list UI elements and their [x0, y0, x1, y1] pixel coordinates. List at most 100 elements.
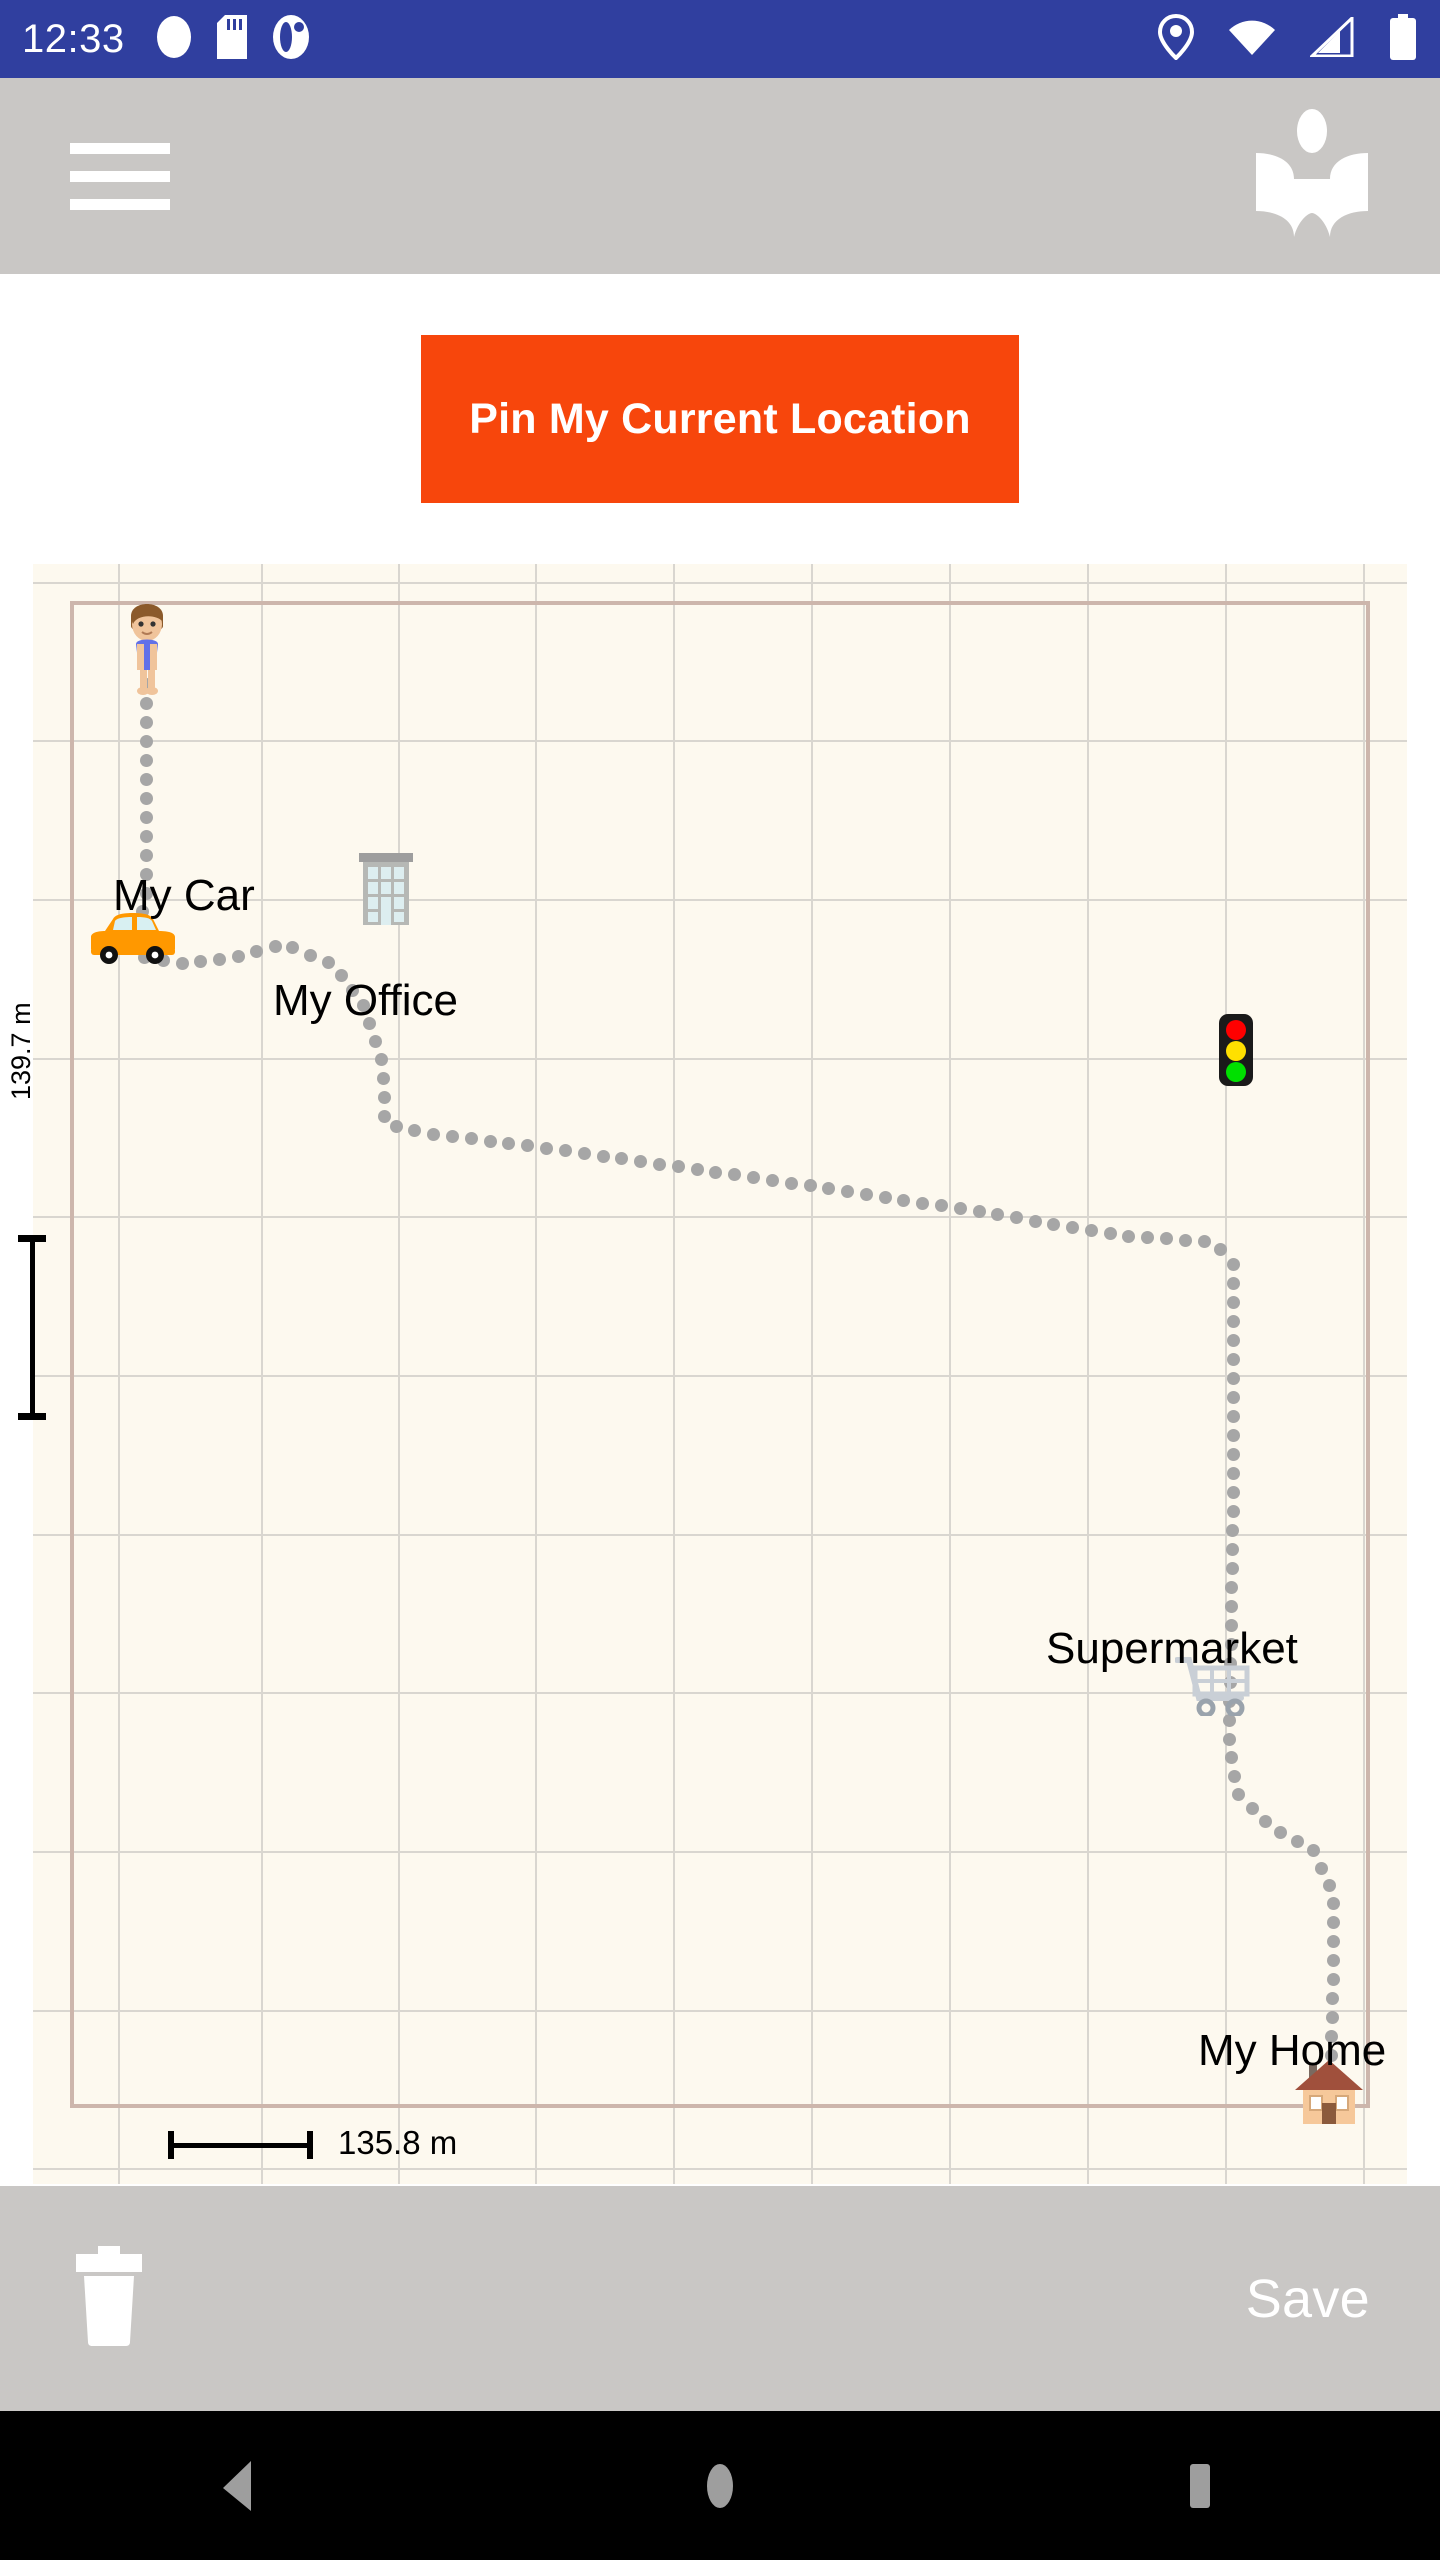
route-dot [1226, 1371, 1240, 1385]
route-dot [1225, 1599, 1239, 1613]
route-dot [1226, 1295, 1240, 1309]
scale-cap [18, 1413, 46, 1420]
status-right-icons [1157, 13, 1418, 65]
route-dot [139, 810, 153, 824]
route-dot [1226, 1466, 1240, 1480]
location-pin-icon [1157, 13, 1195, 65]
home-icon[interactable] [620, 2411, 820, 2560]
cell-signal-icon [1308, 14, 1354, 62]
route-dot [803, 1179, 817, 1193]
scale-vertical-bar [18, 1235, 46, 1420]
route-dot [304, 948, 318, 962]
poi-label-my-office: My Office [273, 976, 459, 1025]
hamburger-menu-icon[interactable] [70, 142, 170, 210]
route-dot [1225, 1561, 1239, 1575]
route-dot [139, 848, 153, 862]
route-dot [1326, 1916, 1340, 1930]
route-dot [596, 1149, 610, 1163]
person-start-icon[interactable] [117, 592, 177, 701]
route-dot [577, 1146, 591, 1160]
android-navigation-bar [0, 2411, 1440, 2560]
bottom-action-bar: Save [0, 2186, 1440, 2411]
route-dot [1326, 1935, 1340, 1949]
back-icon[interactable] [140, 2411, 340, 2560]
route-dot [1226, 1447, 1240, 1461]
route-dot [784, 1176, 798, 1190]
recents-icon[interactable] [1100, 2411, 1300, 2560]
map-boundary-rect [70, 601, 1370, 2108]
route-dot [139, 753, 153, 767]
route-dot [139, 734, 153, 748]
route-dot [897, 1193, 911, 1207]
save-button[interactable]: Save [1246, 2268, 1370, 2330]
hamburger-bar [70, 142, 170, 154]
map-canvas[interactable]: My Car My Office Supermarket My Home [33, 564, 1407, 2184]
scale-horizontal-bar [168, 2131, 313, 2159]
hamburger-bar [70, 198, 170, 210]
pin-my-current-location-button[interactable]: Pin My Current Location [421, 335, 1019, 503]
route-dot [1226, 1409, 1240, 1423]
scale-stem [168, 2143, 313, 2148]
route-dot [389, 1119, 403, 1133]
route-dot [445, 1129, 459, 1143]
route-dot [139, 772, 153, 786]
poi-label-my-car: My Car [113, 871, 255, 920]
route-dot [1315, 1861, 1329, 1875]
route-dot [377, 1091, 391, 1105]
route-dot [1225, 1580, 1239, 1594]
poi-label-supermarket: Supermarket [1046, 1624, 1298, 1673]
grid-line-horizontal [33, 582, 1407, 584]
route-dot [1245, 1801, 1259, 1815]
route-dot [1226, 1314, 1240, 1328]
sd-card-icon [216, 14, 247, 64]
traffic-light-icon[interactable] [1217, 1012, 1255, 1093]
route-dot [972, 1205, 986, 1219]
route-dot [878, 1190, 892, 1204]
pin-button-container: Pin My Current Location [0, 274, 1440, 564]
route-dot [690, 1163, 704, 1177]
route-dot [653, 1157, 667, 1171]
route-dot [1179, 1233, 1193, 1247]
route-dot [765, 1173, 779, 1187]
route-dot [916, 1196, 930, 1210]
route-dot [841, 1184, 855, 1198]
route-dot [859, 1187, 873, 1201]
route-dot [321, 955, 335, 969]
route-dot [1226, 1276, 1240, 1290]
scale-horizontal-label: 135.8 m [338, 2124, 458, 2161]
app-notification-icon [272, 14, 309, 64]
scale-vertical-label: 139.7 m [6, 1002, 36, 1100]
route-dot [1326, 1973, 1340, 1987]
route-dot [1222, 1732, 1236, 1746]
app-bar [0, 78, 1440, 274]
route-dot [268, 939, 282, 953]
route-dot [427, 1127, 441, 1141]
route-dot [1226, 1428, 1240, 1442]
office-building-icon[interactable] [355, 845, 417, 932]
route-dot [1226, 1523, 1240, 1537]
route-dot [1084, 1224, 1098, 1238]
route-dot [1028, 1214, 1042, 1228]
route-dot [1226, 1257, 1240, 1271]
scale-cap [307, 2131, 313, 2159]
route-dot [1225, 1542, 1239, 1556]
poi-label-my-home: My Home [1198, 2026, 1387, 2075]
route-dot [1326, 1897, 1340, 1911]
route-dot [376, 1072, 390, 1086]
wifi-icon [1228, 17, 1276, 62]
route-dot [1325, 2011, 1339, 2025]
status-time: 12:33 [22, 16, 125, 61]
route-dot [1322, 1879, 1336, 1893]
route-dot [213, 952, 227, 966]
route-dot [1226, 1504, 1240, 1518]
trash-icon[interactable] [70, 2246, 148, 2351]
route-dot [1326, 1954, 1340, 1968]
open-book-icon[interactable] [1254, 108, 1370, 244]
route-dot [1226, 1390, 1240, 1404]
route-dot [1226, 1333, 1240, 1347]
circle-notification-icon [156, 15, 191, 64]
scale-stem [30, 1235, 35, 1420]
route-dot [1226, 1485, 1240, 1499]
route-dot [540, 1141, 554, 1155]
route-dot [483, 1134, 497, 1148]
